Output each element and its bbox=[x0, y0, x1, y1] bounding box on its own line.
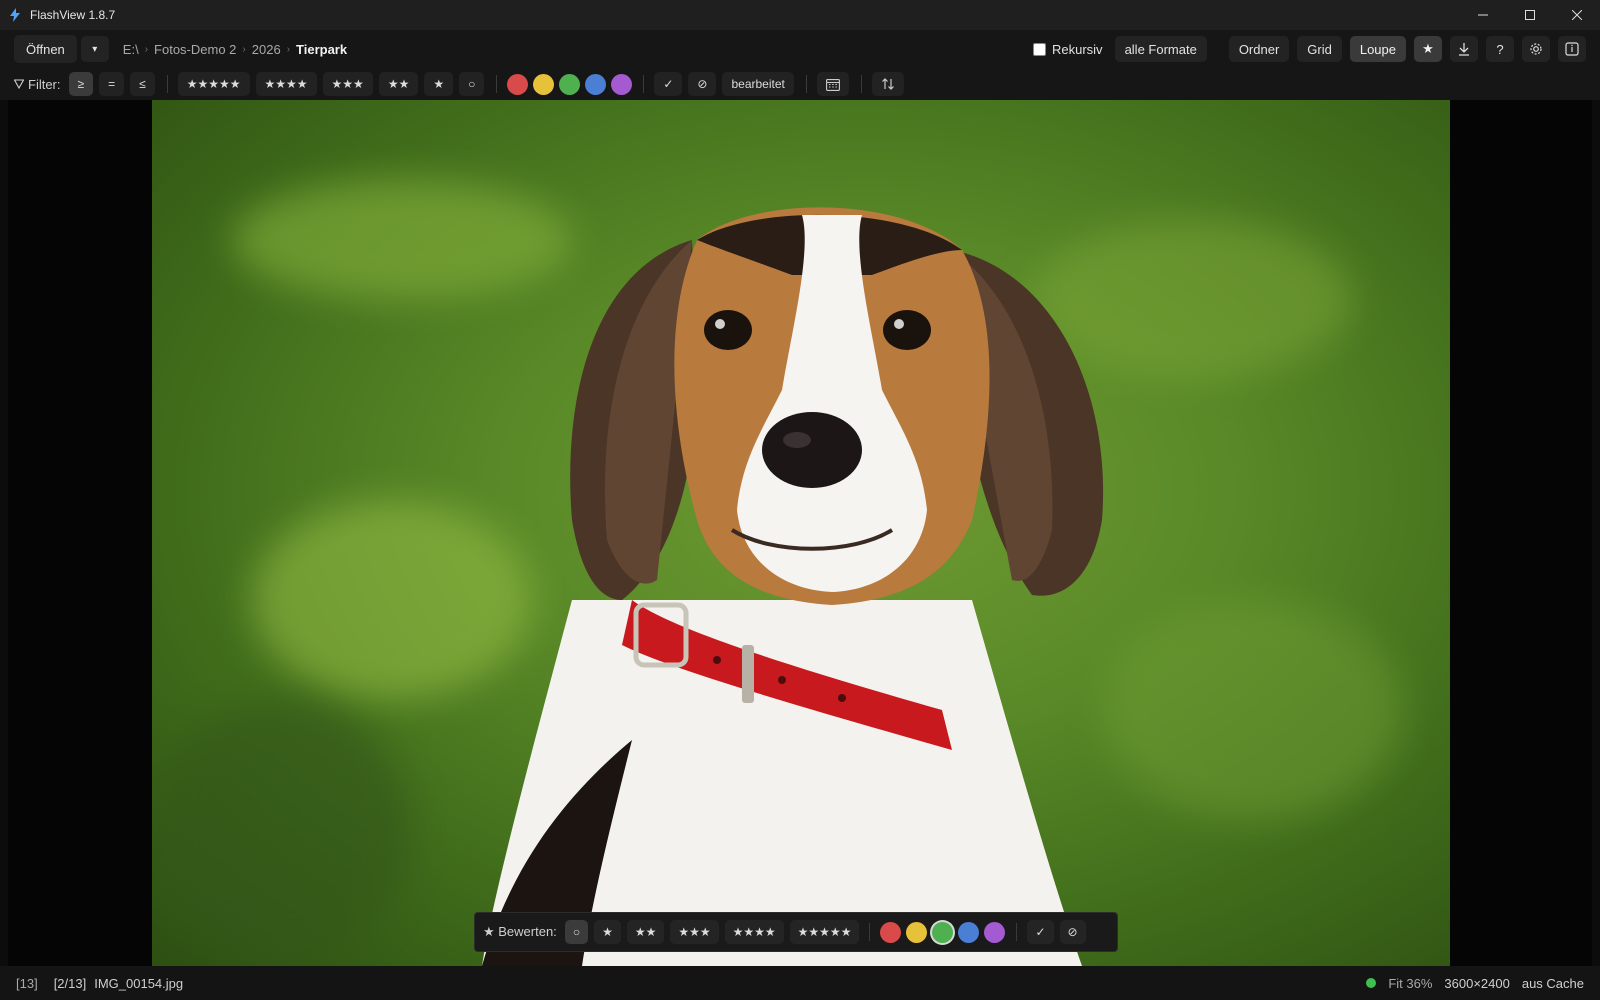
divider bbox=[860, 75, 862, 93]
gear-icon bbox=[1530, 43, 1542, 55]
filter-3-stars[interactable]: ★★★ bbox=[322, 72, 373, 96]
view-loupe-button[interactable]: Loupe bbox=[1349, 36, 1406, 62]
file-position: [2/13] bbox=[53, 975, 87, 991]
divider bbox=[1016, 923, 1018, 941]
filter-accepted[interactable]: ✓ bbox=[654, 72, 683, 96]
minimize-button[interactable] bbox=[1459, 0, 1506, 30]
download-icon bbox=[1459, 42, 1469, 56]
breadcrumb-item-year[interactable]: 2026 bbox=[252, 42, 281, 57]
photo bbox=[152, 100, 1450, 966]
filter-rejected[interactable]: ⊘ bbox=[688, 72, 717, 96]
sort-button[interactable] bbox=[871, 72, 904, 96]
status-right-group: Fit 36% 3600×2400 aus Cache bbox=[1366, 976, 1584, 991]
image-dimensions: 3600×2400 bbox=[1444, 975, 1510, 991]
calendar-icon bbox=[825, 78, 840, 91]
rate-4-stars-button[interactable]: ★★★★ bbox=[724, 920, 784, 944]
divider bbox=[805, 75, 807, 93]
label-color-blue[interactable] bbox=[958, 921, 980, 943]
image-viewer[interactable]: ★ Bewerten: ○ ★ ★★ ★★★ ★★★★ ★★★★★ ✓ ⊘ bbox=[8, 100, 1592, 966]
view-grid-button[interactable]: Grid bbox=[1297, 36, 1342, 62]
status-bar: [13] [2/13] IMG_00154.jpg Fit 36% 3600×2… bbox=[0, 966, 1600, 1000]
filter-label: Filter: bbox=[14, 77, 61, 92]
filter-label-text: Filter: bbox=[28, 76, 61, 92]
divider bbox=[869, 923, 871, 941]
load-source: aus Cache bbox=[1521, 975, 1584, 991]
divider bbox=[496, 75, 498, 93]
formats-button[interactable]: alle Formate bbox=[1114, 36, 1207, 62]
lightning-bolt-icon bbox=[0, 0, 30, 30]
title-bar: FlashView 1.8.7 bbox=[0, 0, 1600, 30]
window-title: FlashView 1.8.7 bbox=[30, 8, 116, 22]
filter-op-gte[interactable]: ≥ bbox=[68, 72, 94, 96]
chevron-right-icon: › bbox=[242, 43, 246, 55]
recursive-label: Rekursiv bbox=[1051, 41, 1103, 57]
maximize-icon bbox=[1524, 10, 1535, 20]
label-color-green[interactable] bbox=[932, 921, 954, 943]
filter-color-purple[interactable] bbox=[611, 73, 633, 95]
filter-toolbar: Filter: ≥ = ≤ ★★★★★ ★★★★ ★★★ ★★ ★ ○ ✓ ⊘ … bbox=[0, 68, 1600, 100]
accept-button[interactable]: ✓ bbox=[1027, 920, 1054, 944]
recursive-toggle[interactable]: Rekursiv bbox=[1032, 41, 1103, 57]
rating-label: ★ Bewerten: bbox=[483, 924, 557, 939]
reject-button[interactable]: ⊘ bbox=[1059, 920, 1086, 944]
rating-bar: ★ Bewerten: ○ ★ ★★ ★★★ ★★★★ ★★★★★ ✓ ⊘ bbox=[474, 912, 1118, 952]
zoom-level: Fit 36% bbox=[1388, 975, 1433, 991]
beagle-portrait bbox=[482, 207, 1104, 966]
rate-3-stars-button[interactable]: ★★★ bbox=[670, 920, 719, 944]
breadcrumb-item-drive[interactable]: E:\ bbox=[123, 42, 139, 57]
main-toolbar: Öffnen ▾ E:\ › Fotos-Demo 2 › 2026 › Tie… bbox=[0, 30, 1600, 68]
close-button[interactable] bbox=[1553, 0, 1600, 30]
close-icon bbox=[1571, 10, 1582, 20]
rate-2-stars-button[interactable]: ★★ bbox=[626, 920, 665, 944]
rate-5-stars-button[interactable]: ★★★★★ bbox=[789, 920, 860, 944]
maximize-button[interactable] bbox=[1506, 0, 1553, 30]
file-count: [13] bbox=[16, 975, 38, 991]
open-button[interactable]: Öffnen bbox=[14, 35, 77, 63]
rate-1-star-button[interactable]: ★ bbox=[594, 920, 621, 944]
breadcrumb: E:\ › Fotos-Demo 2 › 2026 › Tierpark bbox=[123, 42, 347, 57]
filter-op-eq[interactable]: = bbox=[99, 72, 125, 96]
filter-edited[interactable]: bearbeitet bbox=[722, 72, 794, 96]
recursive-checkbox[interactable] bbox=[1032, 42, 1046, 56]
download-button[interactable] bbox=[1450, 36, 1478, 62]
filter-op-lte[interactable]: ≤ bbox=[130, 72, 155, 96]
filter-unrated[interactable]: ○ bbox=[459, 72, 485, 96]
info-panel-icon bbox=[1565, 42, 1579, 56]
info-panel-button[interactable] bbox=[1558, 36, 1586, 62]
filter-2-stars[interactable]: ★★ bbox=[378, 72, 419, 96]
divider bbox=[643, 75, 645, 93]
filter-4-stars[interactable]: ★★★★ bbox=[255, 72, 317, 96]
breadcrumb-item-folder[interactable]: Fotos-Demo 2 bbox=[154, 42, 236, 57]
label-color-purple[interactable] bbox=[984, 921, 1006, 943]
filter-color-yellow[interactable] bbox=[533, 73, 555, 95]
filter-color-green[interactable] bbox=[559, 73, 581, 95]
help-button[interactable]: ? bbox=[1486, 36, 1514, 62]
app-window: FlashView 1.8.7 Öffnen ▾ E:\ › Fotos-Dem… bbox=[0, 0, 1600, 1000]
divider bbox=[166, 75, 168, 93]
rate-none-button[interactable]: ○ bbox=[564, 920, 589, 944]
toolbar-right-group: Rekursiv alle Formate Ordner Grid Loupe … bbox=[1032, 36, 1586, 62]
file-name: IMG_00154.jpg bbox=[94, 975, 184, 991]
filter-1-star[interactable]: ★ bbox=[424, 72, 454, 96]
cache-status-indicator bbox=[1366, 978, 1377, 988]
sort-icon bbox=[881, 78, 894, 90]
window-controls bbox=[1459, 0, 1600, 30]
star-button[interactable]: ★ bbox=[1414, 36, 1442, 62]
filter-color-blue[interactable] bbox=[585, 73, 607, 95]
filter-icon bbox=[14, 79, 24, 89]
label-color-red[interactable] bbox=[880, 921, 902, 943]
date-filter-button[interactable] bbox=[816, 72, 849, 96]
chevron-right-icon: › bbox=[286, 43, 291, 55]
chevron-right-icon: › bbox=[144, 43, 149, 55]
breadcrumb-item-current[interactable]: Tierpark bbox=[296, 42, 347, 57]
minimize-icon bbox=[1477, 14, 1488, 16]
view-ordner-button[interactable]: Ordner bbox=[1228, 36, 1290, 62]
open-dropdown-button[interactable]: ▾ bbox=[80, 36, 109, 62]
label-color-yellow[interactable] bbox=[906, 921, 928, 943]
filter-color-red[interactable] bbox=[507, 73, 529, 95]
filter-5-stars[interactable]: ★★★★★ bbox=[177, 72, 250, 96]
settings-button[interactable] bbox=[1522, 36, 1550, 62]
